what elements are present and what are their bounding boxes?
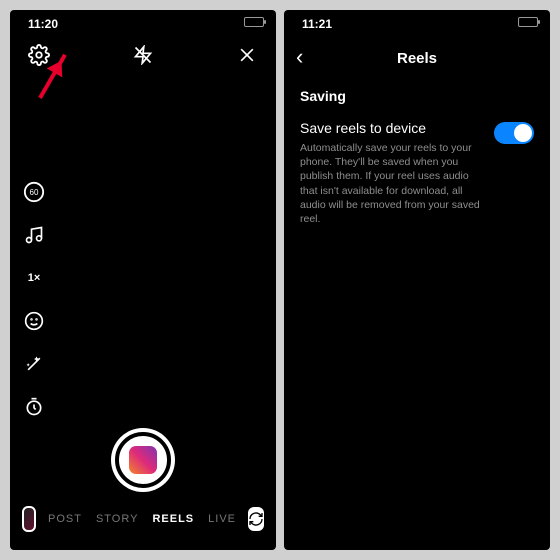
setting-description: Automatically save your reels to your ph…: [300, 141, 534, 226]
mode-selector: POST STORY REELS LIVE: [48, 513, 236, 525]
settings-header: ‹ Reels: [284, 42, 550, 74]
save-reels-toggle[interactable]: [494, 122, 534, 144]
side-toolbar: 60 1×: [22, 180, 46, 419]
reels-glyph-icon: [129, 446, 157, 474]
music-icon[interactable]: [22, 223, 46, 247]
section-label: Saving: [300, 88, 346, 104]
bottom-bar: POST STORY REELS LIVE: [10, 506, 276, 532]
mode-reels[interactable]: REELS: [152, 513, 194, 525]
status-indicators: [244, 17, 264, 27]
mode-live[interactable]: LIVE: [208, 513, 236, 525]
back-chevron-icon[interactable]: ‹: [296, 44, 303, 70]
status-time: 11:20: [28, 17, 58, 31]
timer-icon[interactable]: [22, 395, 46, 419]
magic-wand-icon[interactable]: [22, 352, 46, 376]
close-icon[interactable]: [234, 42, 260, 68]
battery-icon: [518, 17, 538, 27]
settings-screen: 11:21 ‹ Reels Saving Save reels to devic…: [284, 10, 550, 550]
effects-face-icon[interactable]: [22, 309, 46, 333]
camera-screen: 11:20 60 1×: [10, 10, 276, 550]
mode-post[interactable]: POST: [48, 513, 82, 525]
speed-button[interactable]: 1×: [22, 266, 46, 290]
page-title: Reels: [397, 50, 437, 67]
duration-icon[interactable]: 60: [22, 180, 46, 204]
duration-badge: 60: [30, 188, 39, 197]
switch-camera-icon[interactable]: [248, 507, 264, 531]
mode-story[interactable]: STORY: [96, 513, 139, 525]
gallery-thumbnail[interactable]: [22, 506, 36, 532]
status-indicators: [518, 17, 538, 27]
status-time: 11:21: [302, 17, 332, 31]
save-reels-row: Save reels to device Automatically save …: [300, 120, 534, 226]
flash-off-icon[interactable]: [130, 42, 156, 68]
capture-button[interactable]: [115, 432, 171, 488]
battery-icon: [244, 17, 264, 27]
